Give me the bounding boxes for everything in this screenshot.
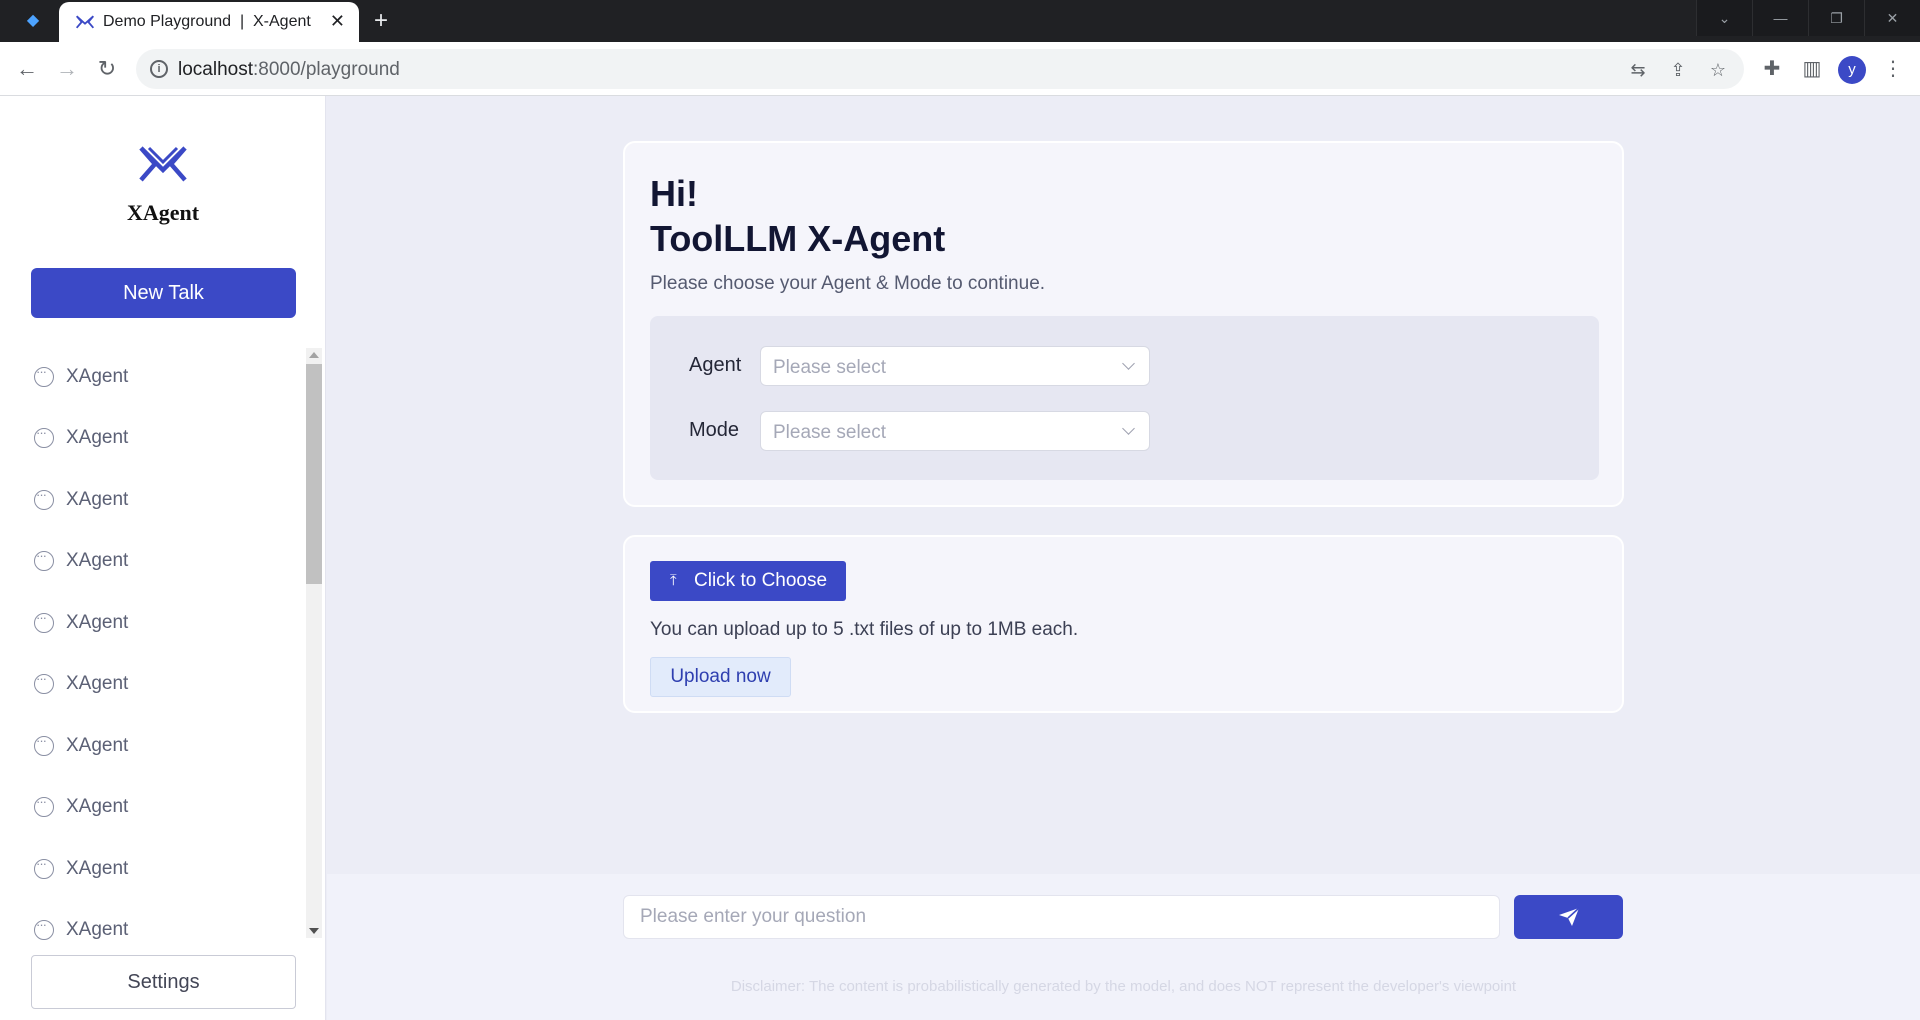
brand-name: XAgent (126, 200, 200, 225)
agent-select[interactable]: Please select (760, 346, 1150, 386)
new-tab-button[interactable]: + (374, 7, 388, 35)
talk-item-label: XAgent (66, 857, 129, 879)
chat-bubble-icon (34, 733, 54, 756)
site-info-icon[interactable]: i (150, 60, 168, 78)
talk-item[interactable]: XAgent (0, 715, 306, 777)
share-icon[interactable]: ⇪ (1666, 58, 1690, 82)
agent-mode-form: Agent Please select Mode Please select (650, 316, 1599, 480)
talk-item-label: XAgent (66, 427, 129, 449)
reload-icon[interactable]: ↻ (92, 54, 122, 84)
chevron-down-icon (1122, 357, 1135, 370)
agent-label: Agent (689, 354, 742, 376)
chevron-down-icon (1122, 422, 1135, 435)
main-panel: Hi! ToolLLM X-Agent Please choose your A… (327, 96, 1920, 874)
composer: Disclaimer: The content is probabilistic… (327, 874, 1920, 1020)
page-title: ToolLLM X-Agent (650, 218, 946, 259)
more-menu-icon[interactable]: ⋮ (1878, 54, 1908, 84)
talk-item[interactable]: XAgent (0, 777, 306, 839)
side-panel-icon[interactable]: ▥ (1797, 54, 1827, 84)
xagent-favicon-icon (75, 15, 95, 29)
xagent-logo-icon (139, 146, 187, 182)
talk-item-label: XAgent (66, 488, 129, 510)
address-bar[interactable]: i localhost:8000/playground ⇆ ⇪ ☆ (136, 49, 1744, 89)
chat-bubble-icon (34, 794, 54, 818)
chat-bubble-icon (34, 671, 54, 695)
greeting: Hi! (650, 173, 698, 214)
talk-item[interactable]: XAgent (0, 592, 306, 654)
mode-select[interactable]: Please select (760, 411, 1150, 451)
translate-icon[interactable]: ⇆ (1626, 58, 1650, 82)
sidebar: XAgent New Talk XAgent XAgent XAgent XAg… (0, 96, 326, 1020)
new-talk-button[interactable]: New Talk (31, 268, 296, 318)
tab-title: Demo Playground | X-Agent (103, 13, 311, 30)
close-tab-icon[interactable]: ✕ (330, 10, 345, 32)
talk-list: XAgent XAgent XAgent XAgent XAgent XAgen… (0, 346, 306, 942)
close-window-icon[interactable]: ✕ (1864, 0, 1920, 36)
talk-item[interactable]: XAgent (0, 900, 306, 943)
upload-hint: You can upload up to 5 .txt files of up … (650, 619, 1079, 640)
talk-item[interactable]: XAgent (0, 531, 306, 593)
talk-item-label: XAgent (66, 734, 129, 756)
upload-card: ⤒ Click to Choose You can upload up to 5… (623, 535, 1624, 713)
welcome-subtitle: Please choose your Agent & Mode to conti… (650, 273, 1046, 294)
profile-avatar[interactable]: y (1838, 56, 1866, 84)
talk-item[interactable]: XAgent (0, 469, 306, 531)
browser-tab[interactable]: Demo Playground | X-Agent ✕ (59, 2, 359, 42)
back-icon[interactable]: ← (12, 54, 42, 84)
choose-file-button[interactable]: ⤒ Click to Choose (650, 561, 846, 601)
chat-bubble-icon (34, 364, 54, 387)
chat-bubble-icon (34, 917, 54, 941)
scroll-up-icon[interactable] (309, 352, 319, 358)
scrollbar-thumb[interactable] (306, 364, 322, 584)
url-text[interactable]: localhost:8000/playground (178, 59, 400, 81)
minimize-icon[interactable]: — (1752, 0, 1808, 36)
talk-item[interactable]: XAgent (0, 654, 306, 716)
chat-bubble-icon (34, 487, 54, 510)
question-input[interactable] (623, 895, 1500, 939)
bookmark-star-icon[interactable]: ☆ (1706, 58, 1730, 82)
settings-button[interactable]: Settings (31, 955, 296, 1009)
chat-bubble-icon (34, 856, 54, 879)
chat-bubble-icon (34, 610, 54, 633)
agent-select-placeholder: Please select (773, 357, 887, 378)
forward-icon[interactable]: → (52, 54, 82, 84)
browser-gem-icon[interactable]: ◆ (22, 10, 44, 32)
browser-toolbar: ← → ↻ i localhost:8000/playground ⇆ ⇪ ☆ … (0, 42, 1920, 96)
tab-search-icon[interactable]: ⌄ (1696, 0, 1752, 36)
choose-file-label: Click to Choose (694, 570, 828, 591)
talk-item[interactable]: XAgent (0, 408, 306, 470)
upload-now-button[interactable]: Upload now (650, 657, 791, 697)
url-host: localhost (178, 59, 253, 80)
talk-item-label: XAgent (66, 365, 129, 387)
welcome-card: Hi! ToolLLM X-Agent Please choose your A… (623, 141, 1624, 507)
chat-bubble-icon (34, 425, 54, 449)
talk-item[interactable]: XAgent (0, 346, 306, 408)
talk-item[interactable]: XAgent (0, 838, 306, 900)
restore-icon[interactable]: ❐ (1808, 0, 1864, 36)
extensions-icon[interactable]: ✚ (1757, 54, 1787, 84)
mode-label: Mode (689, 419, 740, 441)
upload-icon: ⤒ (670, 572, 677, 589)
disclaimer: Disclaimer: The content is probabilistic… (730, 978, 1517, 995)
talk-item-label: XAgent (66, 919, 129, 941)
talk-item-label: XAgent (66, 673, 129, 695)
talk-item-label: XAgent (66, 550, 129, 572)
talk-item-label: XAgent (66, 611, 129, 633)
mode-select-placeholder: Please select (773, 422, 887, 443)
talk-item-label: XAgent (66, 796, 129, 818)
mode-row: Mode Please select (650, 411, 1599, 451)
chat-bubble-icon (34, 548, 54, 572)
agent-row: Agent Please select (650, 346, 1599, 386)
talk-list-scrollbar[interactable] (306, 348, 322, 938)
url-path: :8000/playground (253, 59, 400, 80)
send-icon (1559, 907, 1580, 926)
browser-tab-bar: ◆ Demo Playground | X-Agent ✕ + ⌄ — ❐ ✕ (0, 0, 1920, 42)
send-button[interactable] (1514, 895, 1623, 939)
window-controls: ⌄ — ❐ ✕ (1696, 0, 1920, 36)
scroll-down-icon[interactable] (309, 928, 319, 934)
